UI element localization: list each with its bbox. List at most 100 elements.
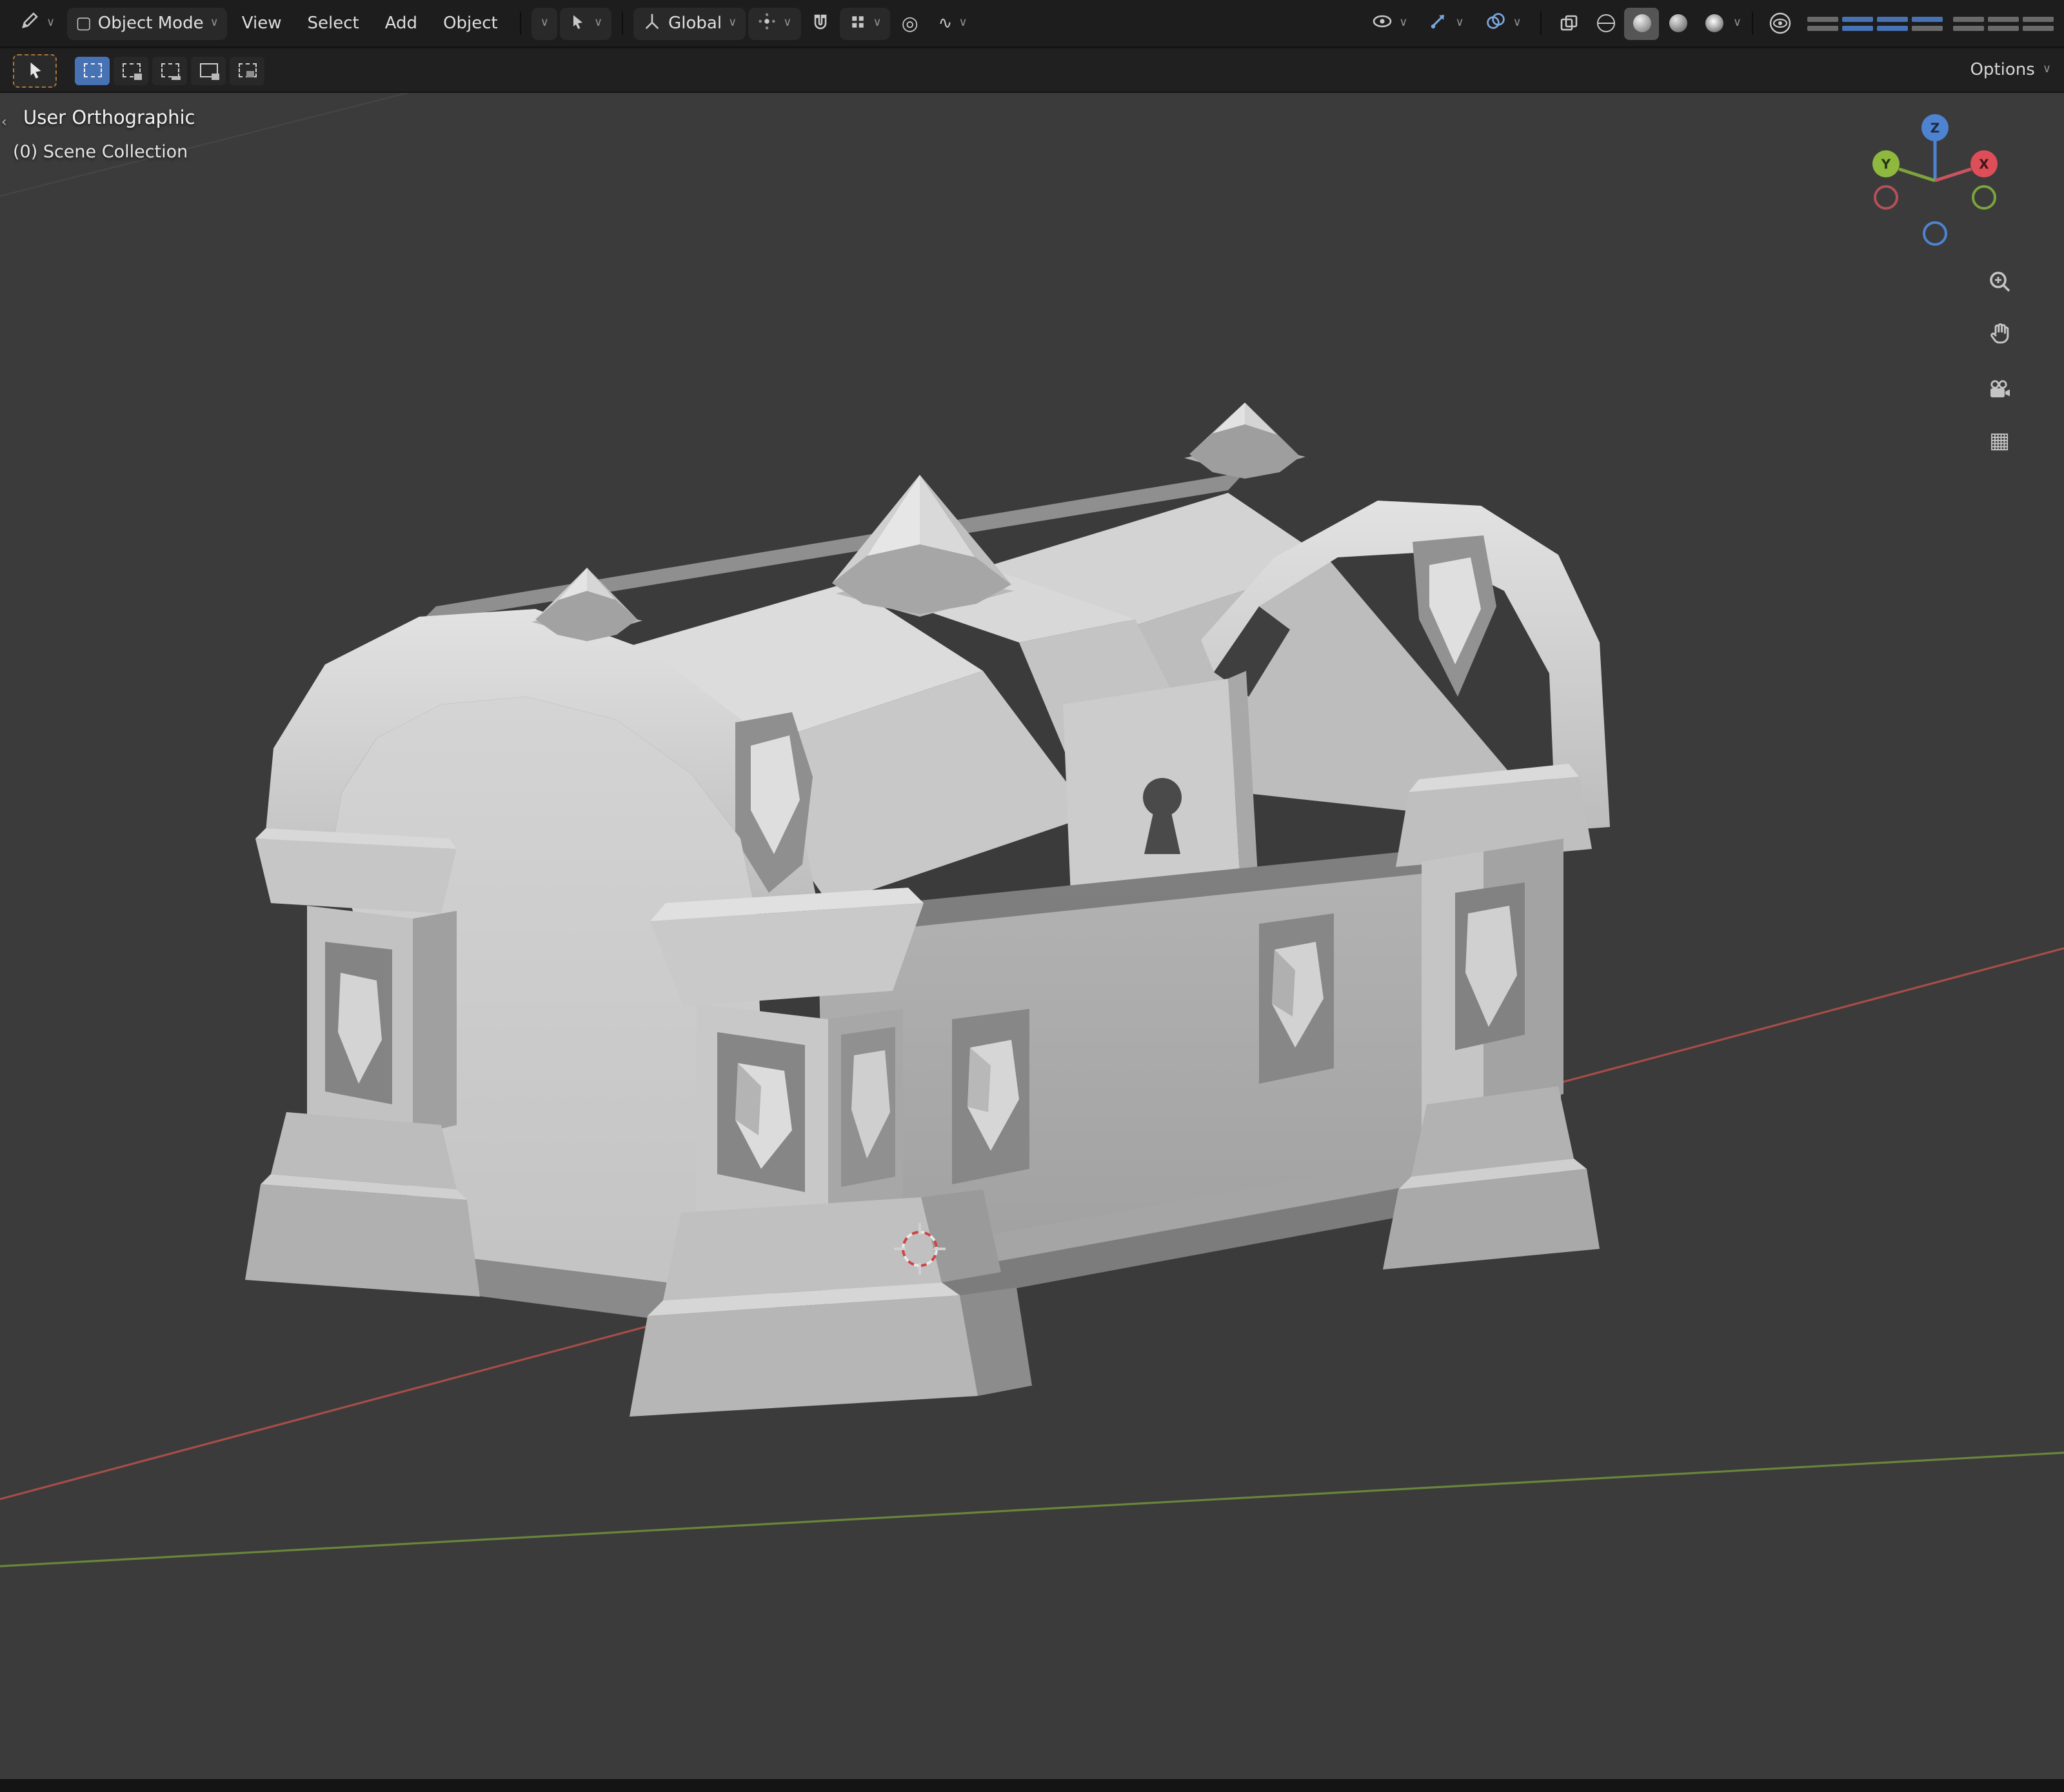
separator (1752, 12, 1753, 35)
wireframe-icon (1597, 14, 1615, 32)
chevron-down-icon: ∨ (541, 17, 549, 29)
menu-add[interactable]: Add (373, 8, 429, 38)
chevron-down-icon: ∨ (2043, 65, 2051, 76)
eye-circle-icon (1769, 12, 1792, 35)
blender-window: ∨ ▢ Object Mode ∨ View Select Add Object… (0, 0, 2064, 1792)
navigation-gizmo[interactable]: Z X Y (1858, 103, 2012, 258)
chevron-down-icon: ∨ (783, 17, 791, 29)
falloff-curve-icon: ∿ (938, 15, 953, 32)
header-bars-group-1[interactable] (1807, 16, 1943, 30)
gizmos-toggle-dropdown[interactable]: ∨ (1419, 7, 1473, 39)
window-edge (0, 1779, 2064, 1792)
select-box-icon (83, 63, 101, 77)
chevron-down-icon: ∨ (210, 17, 219, 29)
chevron-down-icon: ∨ (873, 17, 881, 29)
options-label: Options (1970, 61, 2034, 80)
grid-icon: ▦ (1989, 430, 2010, 452)
snap-magnet-toggle[interactable] (803, 7, 837, 39)
rendered-sphere-icon (1705, 14, 1723, 32)
chevron-down-icon: ∨ (1399, 17, 1407, 29)
transform-orientation-dropdown[interactable]: Global ∨ (633, 7, 746, 39)
shading-material-button[interactable] (1661, 7, 1696, 39)
mode-select-dropdown[interactable]: ▢ Object Mode ∨ (66, 7, 228, 39)
overlays-icon (1485, 11, 1507, 35)
pan-hand-button[interactable] (1979, 312, 2020, 353)
chevron-down-icon: ∨ (1455, 17, 1464, 29)
chevron-down-icon: ∨ (594, 17, 602, 29)
cursor-icon (570, 11, 588, 35)
shading-rendered-button[interactable] (1697, 7, 1732, 39)
select-mode-intersect-button[interactable] (230, 56, 264, 85)
camera-icon (1987, 378, 2012, 401)
mode-mark-icon (246, 70, 254, 77)
select-mode-subtract-button[interactable] (152, 56, 187, 85)
options-dropdown[interactable]: Options ∨ (1970, 61, 2051, 80)
chevron-down-icon: ∨ (46, 17, 55, 29)
proportional-edit-icon: ◎ (902, 14, 918, 33)
snap-points-icon (848, 11, 866, 35)
sidebar-toggle-arrow[interactable]: ‹ (1, 114, 7, 130)
select-mode-extend-button[interactable] (114, 56, 148, 85)
gizmo-minus-x-ball (1875, 186, 1897, 208)
mini-dropdown[interactable]: ∨ (531, 7, 558, 39)
y-axis-line (0, 1453, 2064, 1566)
object-mode-icon: ▢ (75, 15, 92, 32)
gizmo-minus-y-ball (1973, 186, 1995, 208)
snap-target-dropdown[interactable]: ∨ (839, 7, 890, 39)
solid-sphere-icon (1633, 14, 1651, 32)
select-cursor-icon (25, 61, 45, 80)
object-visibility-dropdown[interactable]: ∨ (1362, 7, 1416, 39)
mode-mark-icon (212, 73, 219, 79)
chevron-down-icon: ∨ (1513, 17, 1522, 29)
xray-icon (1559, 13, 1580, 34)
magnet-icon (809, 13, 830, 34)
gizmo-minus-z-ball (1924, 223, 1946, 244)
mode-label: Object Mode (98, 14, 204, 33)
gizmo-arrow-icon (1428, 10, 1449, 36)
viewport-header: ∨ ▢ Object Mode ∨ View Select Add Object… (0, 0, 2064, 48)
tool-settings-bar: Options ∨ (0, 49, 2064, 93)
shading-wireframe-button[interactable] (1589, 7, 1623, 39)
overlay-visibility-button[interactable] (1763, 7, 1797, 39)
chevron-down-icon: ∨ (728, 17, 737, 29)
view-name-label: User Orthographic (23, 108, 195, 129)
zoom-button[interactable] (1979, 261, 2020, 302)
separator (520, 12, 521, 35)
mode-mark-icon (172, 75, 181, 79)
chevron-down-icon: ∨ (958, 17, 967, 29)
select-mode-invert-button[interactable] (191, 56, 226, 85)
pivot-icon (757, 11, 777, 35)
chevron-down-icon: ∨ (1733, 17, 1742, 29)
shading-solid-button[interactable] (1625, 7, 1660, 39)
header-bars-group-2[interactable] (1953, 16, 2054, 30)
hand-icon (1987, 321, 2012, 345)
overlays-toggle-dropdown[interactable]: ∨ (1476, 7, 1531, 39)
proportional-editing-toggle[interactable]: ◎ (893, 7, 927, 39)
separator (1541, 12, 1542, 35)
cursor-tool-dropdown[interactable]: ∨ (561, 7, 611, 39)
editor-type-button[interactable]: ∨ (10, 7, 64, 39)
xray-toggle[interactable] (1553, 7, 1586, 39)
orientation-label: Global (668, 14, 722, 33)
separator (622, 12, 623, 35)
grid-toggle-button[interactable]: ▦ (1979, 421, 2020, 462)
mode-mark-icon (134, 73, 142, 79)
falloff-dropdown[interactable]: ∿ ∨ (929, 7, 977, 39)
scene-canvas (0, 93, 2064, 1779)
camera-view-button[interactable] (1979, 369, 2020, 410)
select-mode-new-button[interactable] (75, 56, 110, 85)
gizmo-x-label: X (1979, 157, 1989, 172)
collection-label: (0) Scene Collection (13, 142, 188, 163)
menu-view[interactable]: View (230, 8, 293, 38)
gizmo-z-label: Z (1930, 121, 1940, 136)
shading-mode-group: ∨ (1589, 7, 1742, 39)
axes-icon (642, 11, 662, 35)
menu-object[interactable]: Object (432, 8, 510, 38)
gizmo-y-label: Y (1881, 157, 1891, 172)
active-tool-button[interactable] (13, 54, 57, 87)
material-sphere-icon (1669, 14, 1687, 32)
pivot-point-dropdown[interactable]: ∨ (748, 7, 800, 39)
viewport-3d[interactable]: ‹ User Orthographic (0) Scene Collection… (0, 93, 2064, 1779)
select-mode-group (75, 56, 264, 85)
menu-select[interactable]: Select (296, 8, 371, 38)
